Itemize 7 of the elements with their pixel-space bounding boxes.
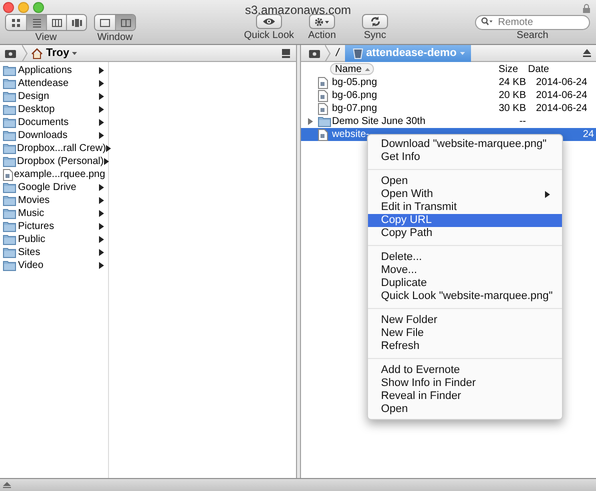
toolbar-label: Window — [97, 32, 133, 44]
toolbar-label: Quick Look — [244, 30, 294, 42]
toolbar-label: View — [35, 32, 57, 44]
window-title: s3.amazonaws.com — [244, 2, 352, 19]
toolbar-label: Action — [308, 30, 336, 42]
toolbar-label: Sync — [364, 30, 386, 42]
toolbar-label: Search — [516, 30, 548, 42]
